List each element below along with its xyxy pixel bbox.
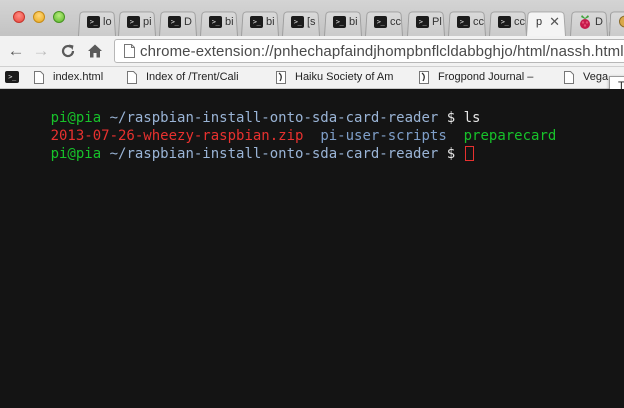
bookmark-label: Haiku Society of Am: [295, 71, 394, 83]
terminal-icon: >_: [416, 16, 429, 28]
tab-partial[interactable]: [605, 9, 624, 36]
close-window-button[interactable]: [13, 11, 25, 23]
tab-bi-3[interactable]: >_ bi: [320, 9, 366, 36]
tab-title: bi: [349, 16, 358, 28]
tab-strip: >_ lo >_ pi >_ D >_ bi >_ bi >_ [s >_ bi…: [0, 0, 624, 36]
address-bar[interactable]: chrome-extension://pnhechapfaindjhompbnf…: [114, 39, 624, 63]
reload-button[interactable]: [58, 40, 78, 62]
frogpond-site-icon: [419, 71, 429, 84]
tab-bi-1[interactable]: >_ bi: [196, 9, 242, 36]
terminal-icon: >_: [291, 16, 304, 28]
terminal-icon: >_: [127, 16, 140, 28]
tab-d[interactable]: >_ D: [155, 9, 201, 36]
bookmark-frogpond-journal[interactable]: Frogpond Journal –: [419, 67, 549, 88]
page-icon: [124, 44, 135, 58]
reload-icon: [61, 44, 75, 58]
terminal-icon: >_: [457, 16, 470, 28]
terminal-icon: >_: [87, 16, 100, 28]
terminal-icon: >_: [333, 16, 346, 28]
tab-s[interactable]: >_ [s: [278, 9, 324, 36]
tab-title: lo: [103, 16, 112, 28]
tab-bi-2[interactable]: >_ bi: [237, 9, 283, 36]
tab-title: bi: [266, 16, 275, 28]
tab-title: p: [536, 16, 543, 28]
terminal-icon: >_: [250, 16, 263, 28]
terminal-icon: >_: [168, 16, 181, 28]
zoom-window-button[interactable]: [53, 11, 65, 23]
terminal-line-2: 2013-07-26-wheezy-raspbian.zip pi-user-s…: [0, 109, 557, 144]
prompt-user: pi@pia: [50, 146, 102, 162]
site-icon: [619, 15, 624, 28]
tab-title: bi: [225, 16, 234, 28]
terminal-icon: >_: [209, 16, 222, 28]
bookmark-label: index.html: [53, 71, 104, 83]
tab-title: pi: [143, 16, 152, 28]
home-button[interactable]: [85, 40, 105, 62]
url-text: chrome-extension://pnhechapfaindjhompbnf…: [140, 43, 624, 60]
back-button[interactable]: ←: [6, 40, 26, 62]
forward-button[interactable]: →: [31, 40, 51, 62]
page-icon: [127, 71, 137, 84]
bookmark-label: Vega: [583, 71, 609, 83]
home-icon: [88, 44, 102, 58]
tab-title: [s: [307, 16, 316, 28]
terminal-icon: >_: [374, 16, 387, 28]
page-icon: [34, 71, 44, 84]
tab-pl[interactable]: >_ Pl: [403, 9, 449, 36]
prompt-path: ~/raspbian-install-onto-sda-card-reader: [101, 146, 439, 162]
file-executable: preparecard: [463, 128, 557, 144]
terminal-line-1: pi@pia ~/raspbian-install-onto-sda-card-…: [0, 91, 481, 126]
tab-title: D: [595, 16, 603, 28]
close-tab-icon[interactable]: ✕: [549, 15, 560, 28]
terminal-icon: >_: [498, 16, 511, 28]
terminal-cursor[interactable]: [464, 146, 474, 161]
haiku-site-icon: [276, 71, 286, 84]
bookmark-haiku-society[interactable]: Haiku Society of Am: [276, 67, 406, 88]
browser-window: >_ lo >_ pi >_ D >_ bi >_ bi >_ [s >_ bi…: [0, 0, 624, 408]
tab-pi[interactable]: >_ pi: [114, 9, 160, 36]
bookmark-label: Frogpond Journal –: [438, 71, 534, 83]
tab-title: D: [184, 16, 192, 28]
tab-title: cc: [390, 16, 401, 28]
terminal-pane[interactable]: pi@pia ~/raspbian-install-onto-sda-card-…: [0, 89, 624, 408]
toolbar: ← → chrome-extension://pnhechapfaindjhom…: [0, 36, 624, 67]
bookmark-label: Index of /Trent/Cali: [146, 71, 239, 83]
terminal-bookmark-icon[interactable]: >_: [5, 71, 19, 83]
tab-cc-2[interactable]: >_ cc: [444, 9, 490, 36]
minimize-window-button[interactable]: [33, 11, 45, 23]
bookmark-index-html[interactable]: index.html: [34, 67, 134, 88]
tab-title: Pl: [432, 16, 442, 28]
bookmarks-bar: >_ index.html Index of /Trent/Cali Haiku…: [0, 67, 624, 89]
prompt-symbol: $: [438, 146, 464, 162]
tab-active-p[interactable]: p ✕: [522, 9, 570, 36]
tab-title: cc: [473, 16, 484, 28]
tab-cc-1[interactable]: >_ cc: [361, 9, 407, 36]
bookmark-index-of-trent[interactable]: Index of /Trent/Cali: [127, 67, 262, 88]
page-icon: [564, 71, 574, 84]
raspberry-icon: [580, 15, 590, 29]
terminal-line-3: pi@pia ~/raspbian-install-onto-sda-card-…: [0, 127, 474, 162]
